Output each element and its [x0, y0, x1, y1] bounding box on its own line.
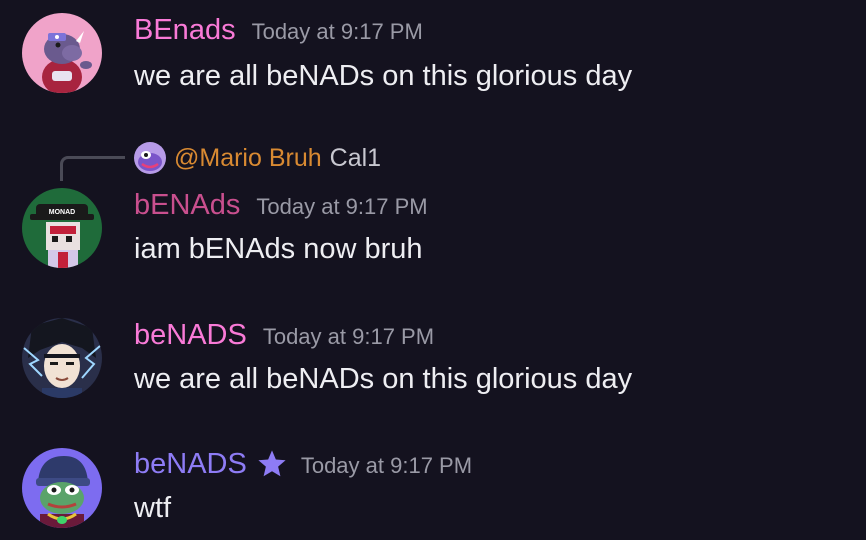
timestamp: Today at 9:17 PM — [256, 194, 428, 219]
username[interactable]: bENAds — [134, 189, 240, 222]
username[interactable]: BEnads — [134, 14, 236, 47]
message-content: we are all beNADs on this glorious day — [134, 363, 633, 395]
reply-connector — [60, 156, 125, 181]
username[interactable]: beNADS — [134, 448, 247, 481]
pixel-monad-hat-avatar[interactable]: MONAD — [22, 188, 102, 268]
avatar-hat-text: MONAD — [49, 209, 75, 216]
reply-preview[interactable]: @Mario Bruh Cal1 — [134, 142, 381, 174]
reply-text[interactable]: Cal1 — [330, 144, 381, 173]
reply-mention[interactable]: @Mario Bruh — [174, 144, 322, 173]
purple-creature-avatar — [134, 142, 166, 174]
message-content: iam bENAds now bruh — [134, 233, 423, 265]
star-icon[interactable] — [255, 448, 289, 485]
timestamp: Today at 9:17 PM — [262, 324, 435, 349]
timestamp: Today at 9:17 PM — [300, 453, 473, 478]
message-content: we are all beNADs on this glorious day — [134, 60, 633, 92]
pepe-beanie-avatar[interactable] — [22, 448, 102, 528]
username[interactable]: beNADS — [134, 319, 247, 352]
chat-messages: BEnads Today at 9:17 PM we are all beNAD… — [0, 0, 866, 540]
anime-lightning-avatar[interactable] — [22, 318, 102, 398]
message-content: wtf — [134, 492, 172, 524]
purple-rhino-avatar[interactable] — [22, 13, 102, 93]
timestamp: Today at 9:17 PM — [251, 19, 423, 44]
